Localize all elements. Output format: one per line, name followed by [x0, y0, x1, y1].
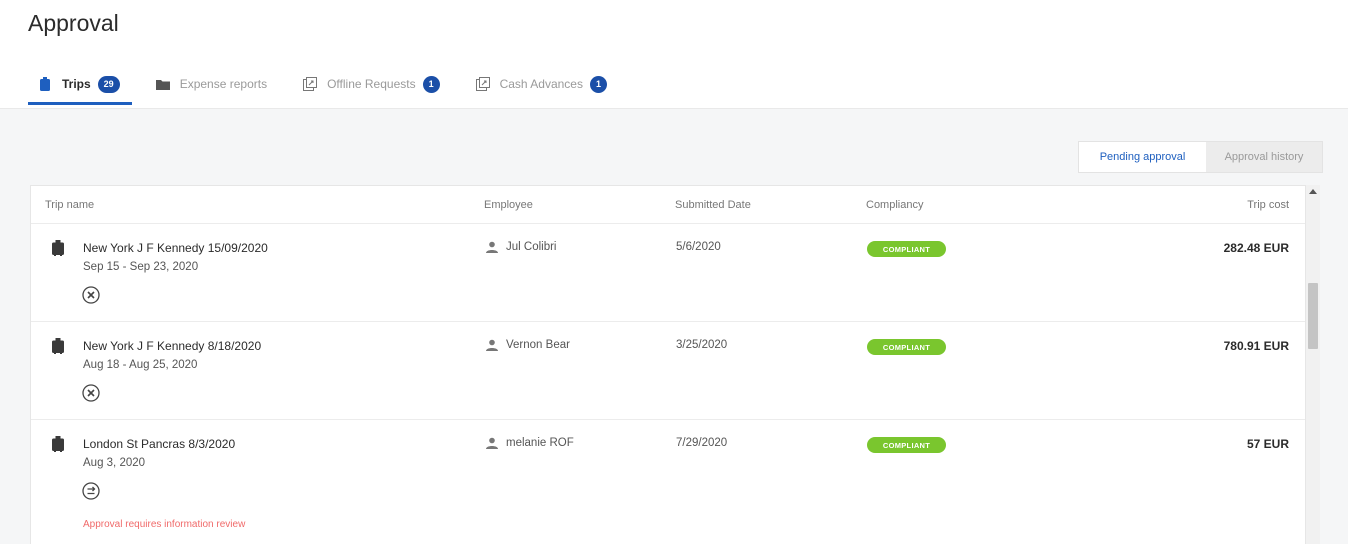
trip-dates: Aug 18 - Aug 25, 2020 [83, 359, 198, 371]
header-trip-name[interactable]: Trip name [45, 199, 94, 211]
tab-bar: Trips 29 Expense reports Offline Request… [28, 64, 633, 106]
tab-cash-advances-badge: 1 [589, 75, 607, 93]
circle-arrow-icon[interactable] [82, 482, 100, 500]
header-trip-cost[interactable]: Trip cost [1247, 199, 1289, 211]
approval-toggle: Pending approval Approval history [1078, 141, 1323, 173]
employee-name: Jul Colibri [506, 241, 557, 253]
folder-icon [155, 77, 170, 91]
header-submitted-date[interactable]: Submitted Date [675, 199, 751, 211]
circle-x-icon[interactable] [82, 384, 100, 402]
table-scrollbar[interactable] [1306, 185, 1320, 544]
scrollbar-thumb[interactable] [1308, 283, 1318, 349]
circle-x-icon[interactable] [82, 286, 100, 304]
tab-expense-reports[interactable]: Expense reports [146, 64, 279, 104]
employee-cell: Vernon Bear [486, 339, 570, 351]
scroll-up-arrow-icon[interactable] [1309, 189, 1317, 194]
pending-approval-button[interactable]: Pending approval [1079, 142, 1206, 172]
submitted-date: 5/6/2020 [676, 241, 721, 253]
table-row[interactable]: London St Pancras 8/3/2020 Aug 3, 2020 A… [31, 420, 1305, 544]
approval-history-button[interactable]: Approval history [1206, 142, 1322, 172]
luggage-icon [38, 77, 52, 91]
tab-trips-badge: 29 [97, 75, 120, 93]
page-title: Approval [28, 10, 119, 36]
table-row[interactable]: New York J F Kennedy 15/09/2020 Sep 15 -… [31, 224, 1305, 322]
trip-title[interactable]: New York J F Kennedy 15/09/2020 [83, 241, 268, 255]
employee-name: melanie ROF [506, 437, 574, 449]
header-compliancy[interactable]: Compliancy [866, 199, 923, 211]
tab-trips-label: Trips [62, 77, 91, 91]
compliance-badge: COMPLIANT [867, 339, 946, 355]
tab-offline-requests-label: Offline Requests [327, 77, 416, 91]
compliance-badge: COMPLIANT [867, 437, 946, 453]
table-row[interactable]: New York J F Kennedy 8/18/2020 Aug 18 - … [31, 322, 1305, 420]
trip-title[interactable]: London St Pancras 8/3/2020 [83, 437, 235, 451]
person-icon [486, 241, 498, 253]
trip-dates: Aug 3, 2020 [83, 457, 146, 469]
tab-trips[interactable]: Trips 29 [28, 64, 132, 105]
luggage-icon [52, 240, 64, 256]
tab-expense-reports-label: Expense reports [179, 77, 268, 91]
trip-title[interactable]: New York J F Kennedy 8/18/2020 [83, 339, 261, 353]
luggage-icon [52, 436, 64, 452]
tab-offline-requests[interactable]: Offline Requests 1 [293, 64, 452, 104]
employee-cell: Jul Colibri [486, 241, 557, 253]
external-link-icon [475, 77, 490, 91]
tab-cash-advances-label: Cash Advances [499, 77, 583, 91]
trip-dates: Sep 15 - Sep 23, 2020 [83, 261, 199, 273]
table-header: Trip name Employee Submitted Date Compli… [31, 186, 1305, 224]
trip-cost: 282.48 EUR [1223, 241, 1289, 255]
review-warning: Approval requires information review [83, 519, 246, 530]
main-content: Pending approval Approval history Trip n… [0, 108, 1348, 544]
trip-cost: 57 EUR [1246, 437, 1289, 451]
submitted-date: 3/25/2020 [676, 339, 728, 351]
compliance-badge: COMPLIANT [867, 241, 946, 257]
tab-offline-requests-badge: 1 [422, 75, 440, 93]
tab-cash-advances[interactable]: Cash Advances 1 [466, 64, 619, 104]
submitted-date: 7/29/2020 [676, 437, 728, 449]
trip-cost: 780.91 EUR [1223, 339, 1289, 353]
luggage-icon [52, 338, 64, 354]
header-employee[interactable]: Employee [484, 199, 533, 211]
employee-cell: melanie ROF [486, 437, 574, 449]
external-link-icon [303, 77, 318, 91]
employee-name: Vernon Bear [506, 339, 570, 351]
person-icon [486, 339, 498, 351]
trips-table: Trip name Employee Submitted Date Compli… [30, 185, 1306, 544]
person-icon [486, 437, 498, 449]
